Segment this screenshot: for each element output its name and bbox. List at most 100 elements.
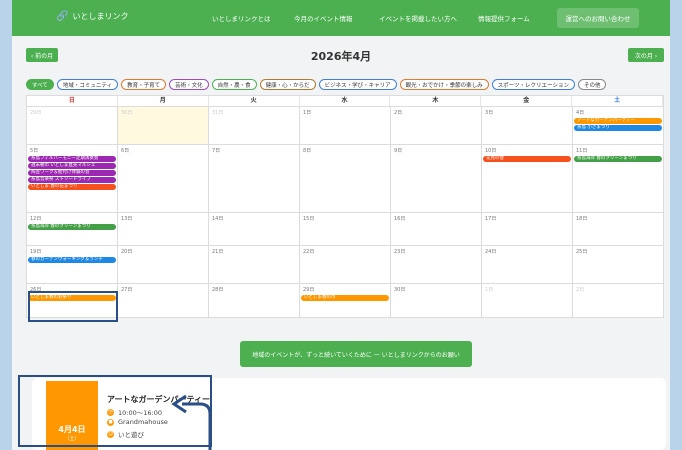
day-number: 6日 (121, 148, 130, 154)
filter-health[interactable]: 健康・心・からだ (259, 79, 316, 90)
day-number: 27日 (121, 287, 133, 293)
calendar-event[interactable]: いとしま春の市 (301, 295, 389, 301)
next-month-button[interactable]: 次の月 › (628, 48, 664, 62)
calendar-event[interactable]: 糸島 小さまつり (574, 125, 662, 131)
calendar-event[interactable]: 糸島海岸 春のクリーンまつり (28, 224, 116, 230)
day-number: 30日 (121, 110, 133, 116)
weekday-wed: 水 (300, 96, 391, 106)
logo-text: いとしまリンク (72, 12, 129, 21)
calendar-day-cell[interactable]: 30日 (118, 107, 209, 145)
calendar-day-cell[interactable]: 20日 (118, 246, 209, 284)
day-number: 1日 (485, 287, 494, 293)
nav-info-form[interactable]: 情報提供フォーム (478, 13, 530, 23)
calendar-event[interactable]: 糸島フィルハーモニー定期演奏会 (28, 156, 116, 162)
calendar-day-cell[interactable]: 5日 糸島フィルハーモニー定期演奏会 週末朝市 いとしま直売マルシェ 陶芸ワーク＆絵付… (27, 145, 118, 213)
calendar-day-cell[interactable]: 21日 (209, 246, 300, 284)
calendar-day-cell[interactable]: 6日 (118, 145, 209, 213)
annotation-arrow-icon (171, 394, 212, 450)
day-number: 31日 (212, 110, 224, 116)
day-number: 8日 (303, 148, 312, 154)
day-number: 9日 (394, 148, 403, 154)
calendar-day-cell[interactable]: 23日 (391, 246, 482, 284)
calendar-event[interactable]: 糸島海岸 春のクリーンまつり (574, 156, 662, 162)
calendar-day-cell[interactable]: 1日 (482, 284, 573, 318)
nav-monthly-events[interactable]: 今月のイベント情報 (294, 13, 353, 23)
calendar-day-cell[interactable]: 16日 (391, 213, 482, 246)
site-logo[interactable]: 🔗 いとしまリンク (56, 11, 128, 22)
weekday-header: 日 月 火 水 木 金 土 (26, 95, 664, 107)
calendar-day-cell[interactable]: 10日 花見の会 (482, 145, 573, 213)
day-number: 11日 (576, 148, 588, 154)
day-number: 24日 (485, 249, 497, 255)
filter-business[interactable]: ビジネス・学び・キャリア (318, 79, 397, 90)
calendar-day-cell[interactable]: 2日 (391, 107, 482, 145)
day-number: 18日 (576, 216, 588, 222)
weekday-sun: 日 (27, 96, 118, 106)
day-number: 23日 (394, 249, 406, 255)
calendar-event[interactable]: 花見の会 (483, 156, 571, 162)
filter-arts[interactable]: 芸術・文化 (169, 79, 209, 90)
calendar-day-cell[interactable]: 19日 春のガーデンウォーキング＆ランチ (27, 246, 118, 284)
weekday-tue: 火 (209, 96, 300, 106)
nav-post-event[interactable]: イベントを掲載したい方へ (379, 13, 457, 23)
calendar-day-cell[interactable]: 14日 (209, 213, 300, 246)
calendar-day-cell[interactable]: 2日 (573, 284, 664, 318)
calendar-day-cell[interactable]: 1日 (300, 107, 391, 145)
filter-education[interactable]: 教育・子育て (121, 79, 167, 90)
day-number: 21日 (212, 249, 224, 255)
calendar-day-cell[interactable]: 18日 (573, 213, 664, 246)
filter-tourism[interactable]: 観光・おでかけ・季節の楽しみ (399, 79, 489, 90)
calendar-event[interactable]: 春のガーデンウォーキング＆ランチ (28, 257, 116, 263)
calendar-day-cell[interactable]: 31日 (209, 107, 300, 145)
day-number: 14日 (212, 216, 224, 222)
day-number: 29日 (30, 110, 42, 116)
filter-all[interactable]: すべて (26, 79, 54, 90)
nav-contact-button[interactable]: 運営へのお問い合わせ (557, 8, 639, 28)
weekday-mon: 月 (118, 96, 209, 106)
calendar-day-cell[interactable]: 29日 (27, 107, 118, 145)
calendar-day-cell[interactable]: 22日 (300, 246, 391, 284)
calendar-day-cell[interactable]: 3日 (482, 107, 573, 145)
day-number: 30日 (394, 287, 406, 293)
calendar-day-cell[interactable]: 25日 (573, 246, 664, 284)
calendar-day-cell[interactable]: 27日 (118, 284, 209, 318)
day-number: 2日 (576, 287, 585, 293)
link-icon: 🔗 (56, 11, 69, 22)
calendar-event[interactable]: 陶芸ワーク＆絵付け体験の会 (28, 170, 116, 176)
day-number: 7日 (212, 148, 221, 154)
day-number: 29日 (303, 287, 315, 293)
calendar-day-cell[interactable]: 13日 (118, 213, 209, 246)
calendar-day-cell[interactable]: 11日糸島海岸 春のクリーンまつり (573, 145, 664, 213)
filter-sports[interactable]: スポーツ・レクリエーション (491, 79, 575, 90)
calendar-day-cell[interactable]: 28日 (209, 284, 300, 318)
support-request-button[interactable]: 地域のイベントが、ずっと続いていくために ー いとしまリンクからのお願い (240, 341, 472, 367)
calendar-day-cell[interactable]: 17日 (482, 213, 573, 246)
calendar-week-row: 29日 30日 31日 1日 2日 3日 4日アートなガーデンパーティー 糸島 小さまつり (26, 107, 664, 145)
filter-nature[interactable]: 自然・農・食 (211, 79, 257, 90)
calendar-day-cell[interactable]: 7日 (209, 145, 300, 213)
filter-other[interactable]: その他 (577, 79, 607, 90)
calendar-day-cell[interactable]: 8日 (300, 145, 391, 213)
day-number: 25日 (576, 249, 588, 255)
day-number: 4日 (576, 110, 585, 116)
annotation-highlight-box (28, 291, 118, 322)
filter-community[interactable]: 地域・コミュニティ (56, 79, 119, 90)
day-number: 3日 (485, 110, 494, 116)
calendar-day-cell[interactable]: 30日 (391, 284, 482, 318)
calendar-event[interactable]: アートなガーデンパーティー (574, 118, 662, 124)
day-number: 12日 (30, 216, 42, 222)
calendar-day-cell[interactable]: 9日 (391, 145, 482, 213)
calendar-day-cell[interactable]: 15日 (300, 213, 391, 246)
calendar-day-cell[interactable]: 4日アートなガーデンパーティー 糸島 小さまつり (573, 107, 664, 145)
calendar-event[interactable]: 糸島音楽祭 ストリートライブ (28, 177, 116, 183)
category-filters: すべて 地域・コミュニティ 教育・子育て 芸術・文化 自然・農・食 健康・心・か… (26, 79, 607, 90)
calendar-week-row: 26日 いとしま春のお祭り 27日 28日 29日 いとしま春の市 30日 1日 2日 (26, 284, 664, 318)
nav-about[interactable]: いとしまリンクとは (212, 13, 271, 23)
calendar-event[interactable]: いとしま 春の花まつり (28, 184, 116, 190)
calendar-day-cell[interactable]: 12日糸島海岸 春のクリーンまつり (27, 213, 118, 246)
calendar-day-cell[interactable]: 24日 (482, 246, 573, 284)
calendar-day-cell[interactable]: 29日いとしま春の市 (300, 284, 391, 318)
calendar-event[interactable]: 週末朝市 いとしま直売マルシェ (28, 163, 116, 169)
calendar-week-row: 5日 糸島フィルハーモニー定期演奏会 週末朝市 いとしま直売マルシェ 陶芸ワーク＆絵付… (26, 145, 664, 213)
day-number: 28日 (212, 287, 224, 293)
